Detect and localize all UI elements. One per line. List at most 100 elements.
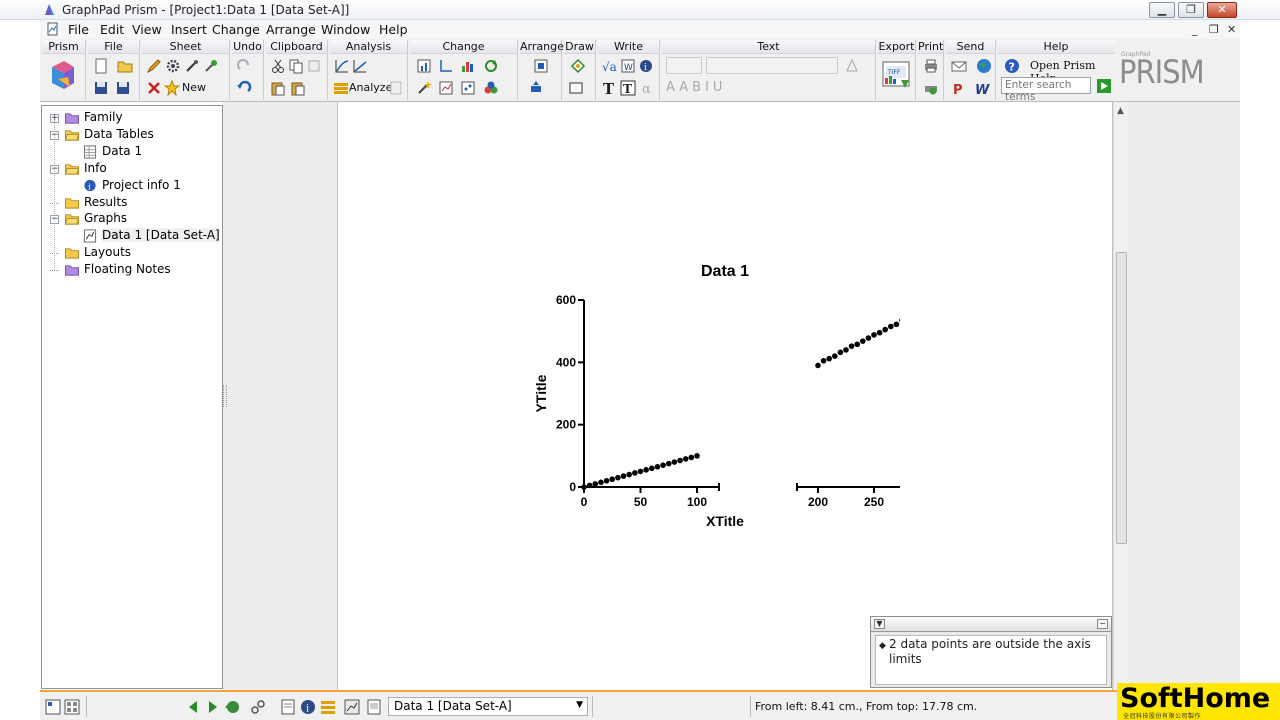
linear-regression-icon[interactable] (352, 58, 368, 74)
navigator-item[interactable]: Data 1 [Data Set-A] (42, 228, 222, 244)
rectangle-icon[interactable] (568, 80, 584, 96)
menu-window[interactable]: Window (321, 22, 370, 37)
floating-note[interactable]: ▼ − ◆ 2 data points are outside the axis… (870, 616, 1112, 688)
note-close-button[interactable]: − (1097, 619, 1108, 629)
menu-help[interactable]: Help (379, 22, 408, 37)
web-globe-icon[interactable] (976, 58, 992, 74)
paste-special-icon[interactable] (290, 80, 306, 96)
font-size-dropdown[interactable] (666, 57, 702, 74)
info-sheet-icon[interactable]: i (300, 699, 316, 715)
navigator-item[interactable]: Layouts (42, 245, 222, 261)
layout-sheet-icon[interactable] (366, 699, 382, 715)
close-button[interactable]: ✕ (1207, 2, 1237, 18)
menu-change[interactable]: Change (212, 22, 260, 37)
help-icon[interactable]: ? (1004, 58, 1020, 74)
export-icon[interactable]: TIFF (881, 58, 913, 92)
delete-icon[interactable] (146, 80, 162, 96)
text-tool-icon[interactable]: T (602, 80, 618, 96)
navigator-item[interactable]: − Graphs (42, 211, 222, 227)
analyze-label[interactable]: Analyze (349, 81, 392, 94)
undo-icon[interactable] (236, 80, 252, 96)
sheet-selector[interactable]: Data 1 [Data Set-A] ▼ (388, 697, 588, 716)
align-icon[interactable] (533, 58, 549, 74)
copy-special-icon[interactable] (306, 58, 322, 74)
axis-format-icon[interactable] (438, 58, 454, 74)
scatter-format-icon[interactable] (460, 80, 476, 96)
send-powerpoint-icon[interactable]: P (951, 80, 967, 96)
email-icon[interactable] (951, 58, 967, 74)
mdi-close-button[interactable]: ✕ (1227, 23, 1236, 36)
move-icon[interactable] (528, 80, 544, 96)
navigator-item[interactable]: − Info (42, 161, 222, 177)
menu-edit[interactable]: Edit (100, 22, 124, 37)
open-folder-icon[interactable] (117, 58, 133, 74)
help-search-input[interactable]: Enter search terms (1001, 77, 1091, 103)
next-sheet-icon[interactable] (205, 699, 221, 715)
svg-text:T: T (623, 82, 632, 96)
paste-icon[interactable] (270, 80, 286, 96)
vertical-scrollbar[interactable]: ▲ (1113, 102, 1129, 690)
navigator-item[interactable]: Results (42, 195, 222, 211)
prism-cube-icon[interactable] (48, 59, 78, 91)
scatter-chart[interactable]: Data 10200400600050100200250300XTitleYTi… (520, 255, 900, 540)
color-scheme-icon[interactable] (483, 80, 499, 96)
save-icon[interactable] (93, 80, 109, 96)
splitter-grip[interactable] (223, 385, 227, 407)
redo-icon[interactable] (236, 58, 252, 74)
search-go-icon[interactable] (1096, 78, 1112, 94)
data-sheet-icon[interactable] (280, 699, 296, 715)
graph-sheet-icon[interactable] (344, 699, 360, 715)
greek-alpha-icon[interactable]: α (640, 80, 656, 96)
new-file-icon[interactable] (93, 58, 109, 74)
wand-icon[interactable] (184, 58, 200, 74)
fit-curve-icon[interactable] (334, 58, 350, 74)
mdi-minimize-button[interactable]: _ (1192, 23, 1198, 36)
magic-wand-icon[interactable] (416, 80, 432, 96)
gallery-view-icon[interactable] (64, 699, 80, 715)
save-as-icon[interactable] (115, 80, 131, 96)
cut-icon[interactable] (270, 58, 286, 74)
scroll-thumb[interactable] (1116, 252, 1127, 544)
navigator-item[interactable]: Data 1 (42, 144, 222, 160)
previous-sheet-icon[interactable] (185, 699, 201, 715)
minimize-button[interactable]: ▁ (1149, 2, 1175, 18)
info-constant-icon[interactable]: i (638, 58, 654, 74)
restore-button[interactable]: ❐ (1178, 2, 1204, 18)
gear-icon[interactable] (165, 58, 181, 74)
text-box-icon[interactable]: T (620, 80, 636, 96)
pencil-icon[interactable] (146, 58, 162, 74)
menu-view[interactable]: View (132, 22, 162, 37)
print-preview-icon[interactable] (923, 80, 939, 96)
analyze-icon[interactable] (333, 80, 349, 96)
equation-icon[interactable]: √a (602, 58, 618, 74)
scroll-up-arrow-icon[interactable]: ▲ (1117, 106, 1124, 116)
new-sheet-label[interactable]: New (182, 81, 206, 94)
navigator-item[interactable]: − Data Tables (42, 127, 222, 143)
results-sheet-icon[interactable] (320, 699, 336, 715)
navigator-item[interactable]: i Project info 1 (42, 178, 222, 194)
copy-icon[interactable] (288, 58, 304, 74)
menu-file[interactable]: File (68, 22, 89, 37)
navigator-item[interactable]: Floating Notes (42, 262, 222, 278)
go-back-icon[interactable] (224, 699, 240, 715)
send-word-icon[interactable]: W (974, 80, 990, 96)
new-sheet-star-icon[interactable] (164, 80, 180, 96)
print-icon[interactable] (923, 58, 939, 74)
navigator-item[interactable]: + Family (42, 110, 222, 126)
graph-format-icon[interactable] (416, 58, 432, 74)
font-color-icon[interactable] (844, 58, 860, 74)
note-collapse-button[interactable]: ▼ (874, 619, 885, 629)
pin-icon[interactable] (203, 58, 219, 74)
menu-insert[interactable]: Insert (171, 22, 207, 37)
menu-arrange[interactable]: Arrange (266, 22, 316, 37)
mdi-restore-button[interactable]: ❐ (1209, 23, 1219, 36)
bar-chart-icon[interactable] (460, 58, 476, 74)
text-format-buttons[interactable]: AABIU (666, 80, 726, 95)
view-mode-icon[interactable] (45, 699, 61, 715)
word-embed-icon[interactable]: W (620, 58, 636, 74)
link-icon[interactable] (250, 699, 266, 715)
change-type-icon[interactable] (483, 58, 499, 74)
font-name-dropdown[interactable] (706, 57, 838, 74)
draw-shape-icon[interactable] (570, 58, 586, 74)
graph-edit-icon[interactable] (438, 80, 454, 96)
